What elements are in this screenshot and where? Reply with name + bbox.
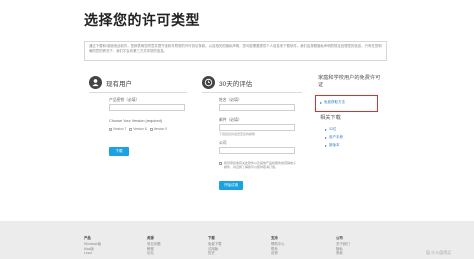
trial-title: 30天的评估 [219,80,253,88]
consent-text: 我同意接收有关此软件以及其他产品和服务的营销电子邮件，并且我了解我可以随时取消订… [224,161,297,169]
triangle-bullet-icon [325,128,327,131]
related-link-1[interactable]: 用户手册 [325,135,343,140]
footer-column-head: 公司 [336,236,343,240]
footer-column-support: 支持 帮助中心 联系 反馈 [271,235,285,256]
footer-column-resources: 资源 常见问题 教程 论坛 [147,235,161,256]
start-trial-button[interactable]: 开始试用 [219,181,243,190]
related-link-2[interactable]: 新版本 [325,143,340,148]
version-option-label: Version 9 [153,127,167,131]
download-button[interactable]: 下载 [109,147,129,156]
user-icon [89,76,102,89]
watermark: 值 什么值得买 [426,250,452,255]
serial-label: 产品密钥（必填） [109,98,140,102]
footer-link[interactable]: 反馈 [271,251,285,256]
version-option-8[interactable]: Version 8 [129,127,147,131]
footer-link[interactable]: 历史 [208,251,222,256]
existing-users-header: 现有用户 [89,76,132,89]
version-option-label: Version 7 [113,127,127,131]
consent-checkbox[interactable] [219,162,222,165]
license-notice: 通过下载和/或使用此软件，您即表明您同意并遵守该软件附带的许可协议条款。以及相关… [84,41,387,61]
related-link-label: 新版本 [329,143,340,147]
clock-icon [202,76,215,89]
free-license-link-label: 免费获取方法 [324,100,345,104]
footer-column-head: 资源 [147,236,154,240]
free-license-link[interactable]: 免费获取方法 [320,100,345,105]
company-label: 公司 [219,141,227,145]
page-title: 选择您的许可类型 [84,12,200,28]
version-label: Choose Your Version (required) [109,119,162,123]
footer-link[interactable]: 关于我们 [336,242,350,247]
footer-column-company: 公司 关于我们 隐私 条款 [336,235,350,256]
version-option-9[interactable]: Version 9 [149,127,167,131]
footer-link[interactable]: 常见问题 [147,242,161,247]
related-link-label: 用户手册 [329,135,343,139]
serial-input[interactable] [109,104,185,111]
trial-divider [202,92,302,93]
triangle-bullet-icon [320,101,322,104]
email-input[interactable] [219,124,295,131]
trial-header: 30天的评估 [202,76,252,89]
footer-column-products: 产品 Windows版 Mac版 Linux [84,235,101,256]
version-option-label: Version 8 [133,127,147,131]
footer-link[interactable]: 论坛 [147,251,161,256]
triangle-bullet-icon [325,144,327,147]
existing-divider [89,92,187,93]
related-downloads-title: 相关下载 [320,115,341,121]
name-label: 姓名（必填） [219,98,242,102]
email-hint: 下载链接将发送至您的邮箱 [219,132,256,136]
footer-link[interactable]: 帮助中心 [271,242,285,247]
footer-link[interactable]: Windows版 [84,242,101,247]
company-input[interactable] [219,147,295,154]
version-options: Version 7 Version 8 Version 9 [109,127,167,131]
footer-column-downloads: 下载 免费下载 试用版 历史 [208,235,222,256]
footer-column-head: 支持 [271,236,278,240]
footer-link[interactable]: 免费下载 [208,242,222,247]
footer-column-head: 下载 [208,236,215,240]
free-license-title: 家庭和学校用户的免费许可证 [318,75,381,88]
footer-link[interactable]: 条款 [336,251,350,256]
footer-column-head: 产品 [84,236,91,240]
related-link-0[interactable]: 32位 [325,127,336,132]
existing-users-title: 现有用户 [106,80,132,88]
version-option-7[interactable]: Version 7 [109,127,126,131]
site-footer [0,221,474,259]
name-input[interactable] [219,104,295,111]
triangle-bullet-icon [325,136,327,139]
related-link-label: 32位 [329,127,337,131]
footer-link[interactable]: Linux [84,251,101,256]
email-label: 邮件（必填） [219,118,242,122]
